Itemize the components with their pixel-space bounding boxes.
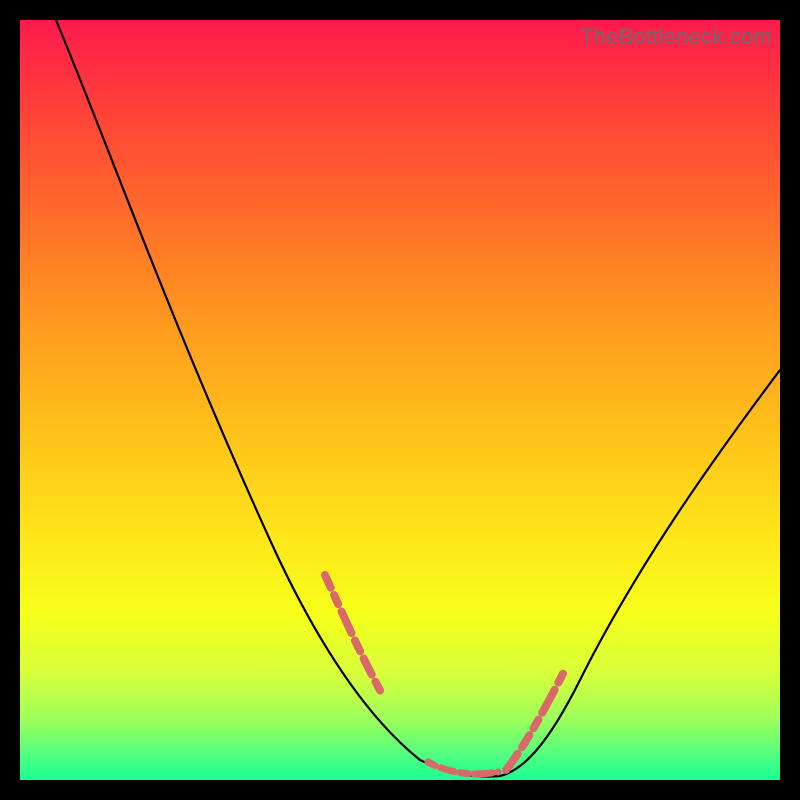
highlight-left <box>325 575 420 755</box>
bottleneck-curve <box>20 20 780 780</box>
chart-frame: TheBottleneck.com <box>0 0 800 800</box>
highlight-valley <box>428 762 498 774</box>
curve-path <box>56 20 780 777</box>
highlight-right <box>506 630 585 770</box>
chart-plot-area: TheBottleneck.com <box>20 20 780 780</box>
